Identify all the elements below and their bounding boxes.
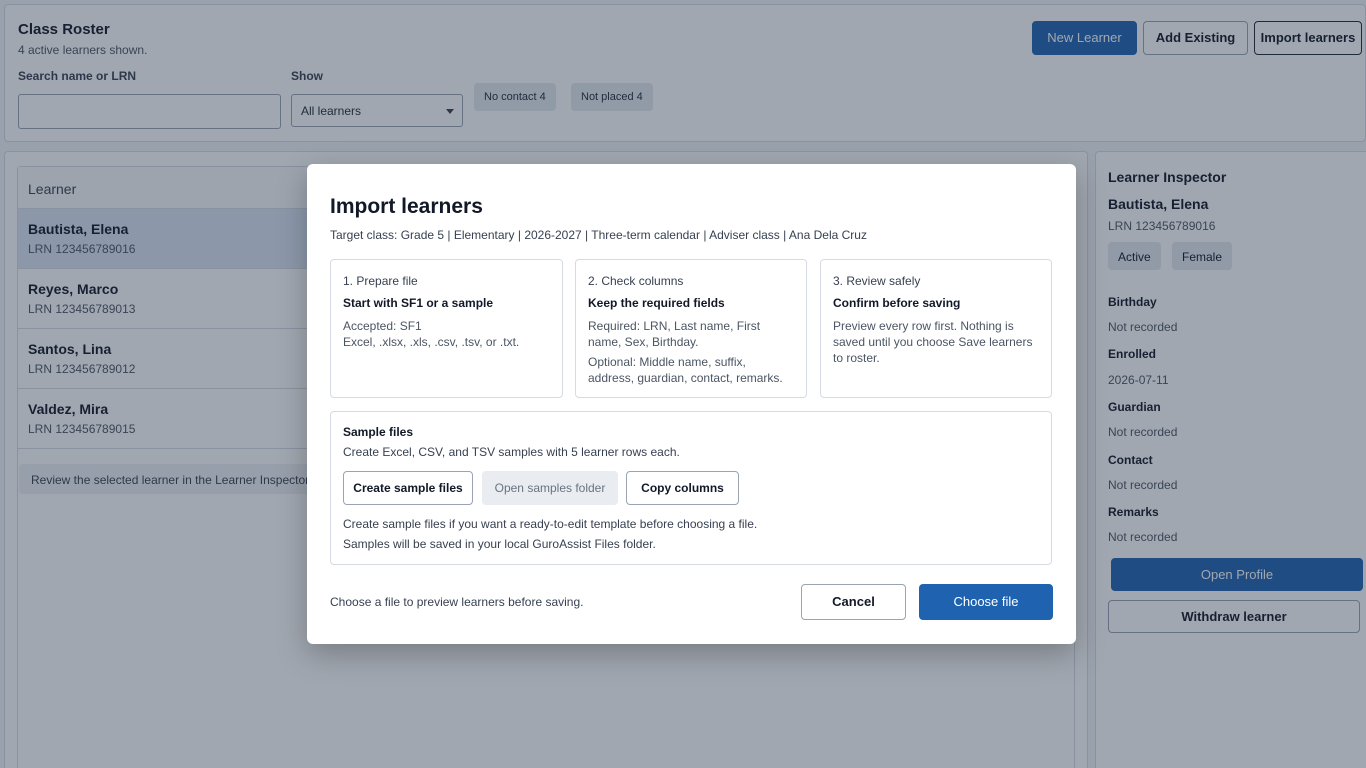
step-text-line: Optional: Middle name, suffix, address, …	[588, 355, 783, 385]
step-summary: Keep the required fields	[588, 296, 725, 310]
step-check-columns: 2. Check columns Keep the required field…	[575, 259, 807, 398]
step-text-line: Accepted: SF1	[343, 319, 422, 333]
import-learners-dialog: Import learners Target class: Grade 5 | …	[307, 164, 1076, 644]
sample-note: Create sample files if you want a ready-…	[343, 517, 758, 531]
copy-columns-button[interactable]: Copy columns	[626, 471, 739, 505]
step-text-line: Required: LRN, Last name, First name, Se…	[588, 319, 761, 349]
dialog-footer-text: Choose a file to preview learners before…	[330, 595, 584, 609]
cancel-button[interactable]: Cancel	[801, 584, 906, 620]
sample-files-description: Create Excel, CSV, and TSV samples with …	[343, 445, 680, 459]
open-samples-folder-button[interactable]: Open samples folder	[482, 471, 618, 505]
create-sample-files-button[interactable]: Create sample files	[343, 471, 473, 505]
sample-note: Samples will be saved in your local Guro…	[343, 537, 656, 551]
step-summary: Confirm before saving	[833, 296, 961, 310]
step-review-safely: 3. Review safely Confirm before saving P…	[820, 259, 1052, 398]
step-text: Required: LRN, Last name, First name, Se…	[588, 318, 794, 386]
step-heading: 1. Prepare file	[343, 274, 418, 288]
target-class-text: Target class: Grade 5 | Elementary | 202…	[330, 228, 867, 242]
step-prepare-file: 1. Prepare file Start with SF1 or a samp…	[330, 259, 563, 398]
step-text: Preview every row first. Nothing is save…	[833, 319, 1033, 365]
step-text: Accepted: SF1 Excel, .xlsx, .xls, .csv, …	[343, 318, 550, 350]
sample-files-section: Sample files Create Excel, CSV, and TSV …	[330, 411, 1052, 565]
step-heading: 2. Check columns	[588, 274, 684, 288]
step-heading: 3. Review safely	[833, 274, 921, 288]
step-summary: Start with SF1 or a sample	[343, 296, 494, 310]
dialog-title: Import learners	[330, 195, 483, 218]
choose-file-button[interactable]: Choose file	[919, 584, 1053, 620]
sample-files-heading: Sample files	[343, 425, 414, 439]
step-text-line: Excel, .xlsx, .xls, .csv, .tsv, or .txt.	[343, 335, 520, 349]
